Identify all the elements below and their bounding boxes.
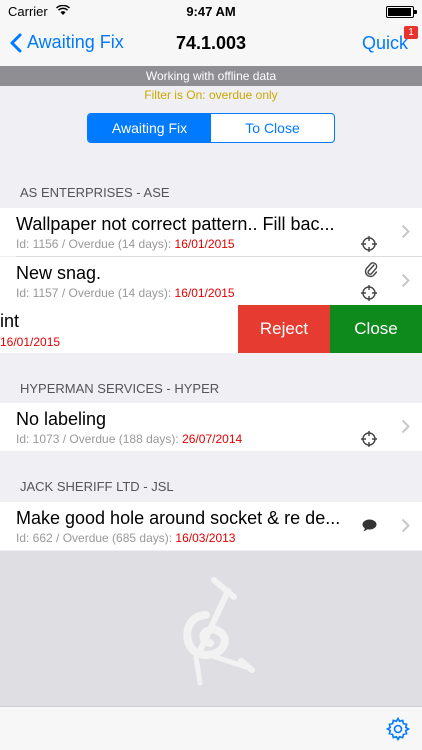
clock: 9:47 AM [186,4,236,19]
speech-bubble-icon [362,519,377,537]
target-icon [361,236,377,256]
item-date: 26/07/2014 [182,432,243,446]
close-button[interactable]: Close [330,305,422,353]
item-title: No labeling [16,409,107,429]
list-item[interactable]: No labeling Id: 1073 / Overdue (188 days… [0,403,422,451]
item-meta: Id: 1157 / Overdue (14 days): 16/01/2015 [16,286,235,300]
item-date: 16/01/2015 [174,237,235,251]
page-title: 74.1.003 [175,33,247,53]
item-meta: Id: 662 / Overdue (685 days): 16/03/2013 [16,531,236,545]
filter-status[interactable]: Filter is On: overdue only [0,88,422,102]
list-item[interactable]: New snag. Id: 1157 / Overdue (14 days): … [0,257,422,305]
item-title: int [0,311,20,331]
paperclip-icon [364,260,378,283]
item-title: Wallpaper not correct pattern.. Fill bac… [16,214,335,234]
offline-banner: Working with offline data [0,66,422,86]
item-meta: Id: 1156 / Overdue (14 days): 16/01/2015 [16,237,235,251]
item-date: 16/01/2015 [174,286,235,300]
chevron-right-icon [401,273,410,293]
target-icon [361,431,377,451]
section-header: HYPERMAN SERVICES - HYPER [20,381,220,396]
item-meta: Id: 1073 / Overdue (188 days): 26/07/201… [16,432,243,446]
quick-badge: 1 [404,26,418,39]
segmented-control: Awaiting Fix To Close [87,113,335,143]
item-date: 16/03/2013 [175,531,236,545]
swiped-list-item[interactable]: int 16/01/2015 Reject Close [0,305,422,353]
navigation-bar: Awaiting Fix 74.1.003 Quick 1 [0,22,422,66]
chevron-right-icon [401,419,410,439]
tab-awaiting-fix[interactable]: Awaiting Fix [88,114,211,142]
item-date: 16/01/2015 [0,335,61,349]
quick-button[interactable]: Quick [362,33,408,54]
reject-button[interactable]: Reject [238,305,330,353]
item-title: Make good hole around socket & re de... [16,508,341,528]
item-title: New snag. [16,263,102,283]
gear-icon[interactable] [385,716,411,746]
list-item[interactable]: Make good hole around socket & re de... … [0,502,422,550]
status-bar: Carrier 9:47 AM [0,0,422,22]
battery-icon [386,6,417,18]
list-item[interactable]: Wallpaper not correct pattern.. Fill bac… [0,208,422,256]
chevron-right-icon [401,518,410,538]
target-icon [361,285,377,305]
bottom-toolbar [0,706,422,750]
chevron-right-icon [401,224,410,244]
app-logo-watermark [176,575,256,700]
tab-to-close[interactable]: To Close [211,114,334,142]
section-header: AS ENTERPRISES - ASE [20,185,170,200]
section-header: JACK SHERIFF LTD - JSL [20,479,174,494]
